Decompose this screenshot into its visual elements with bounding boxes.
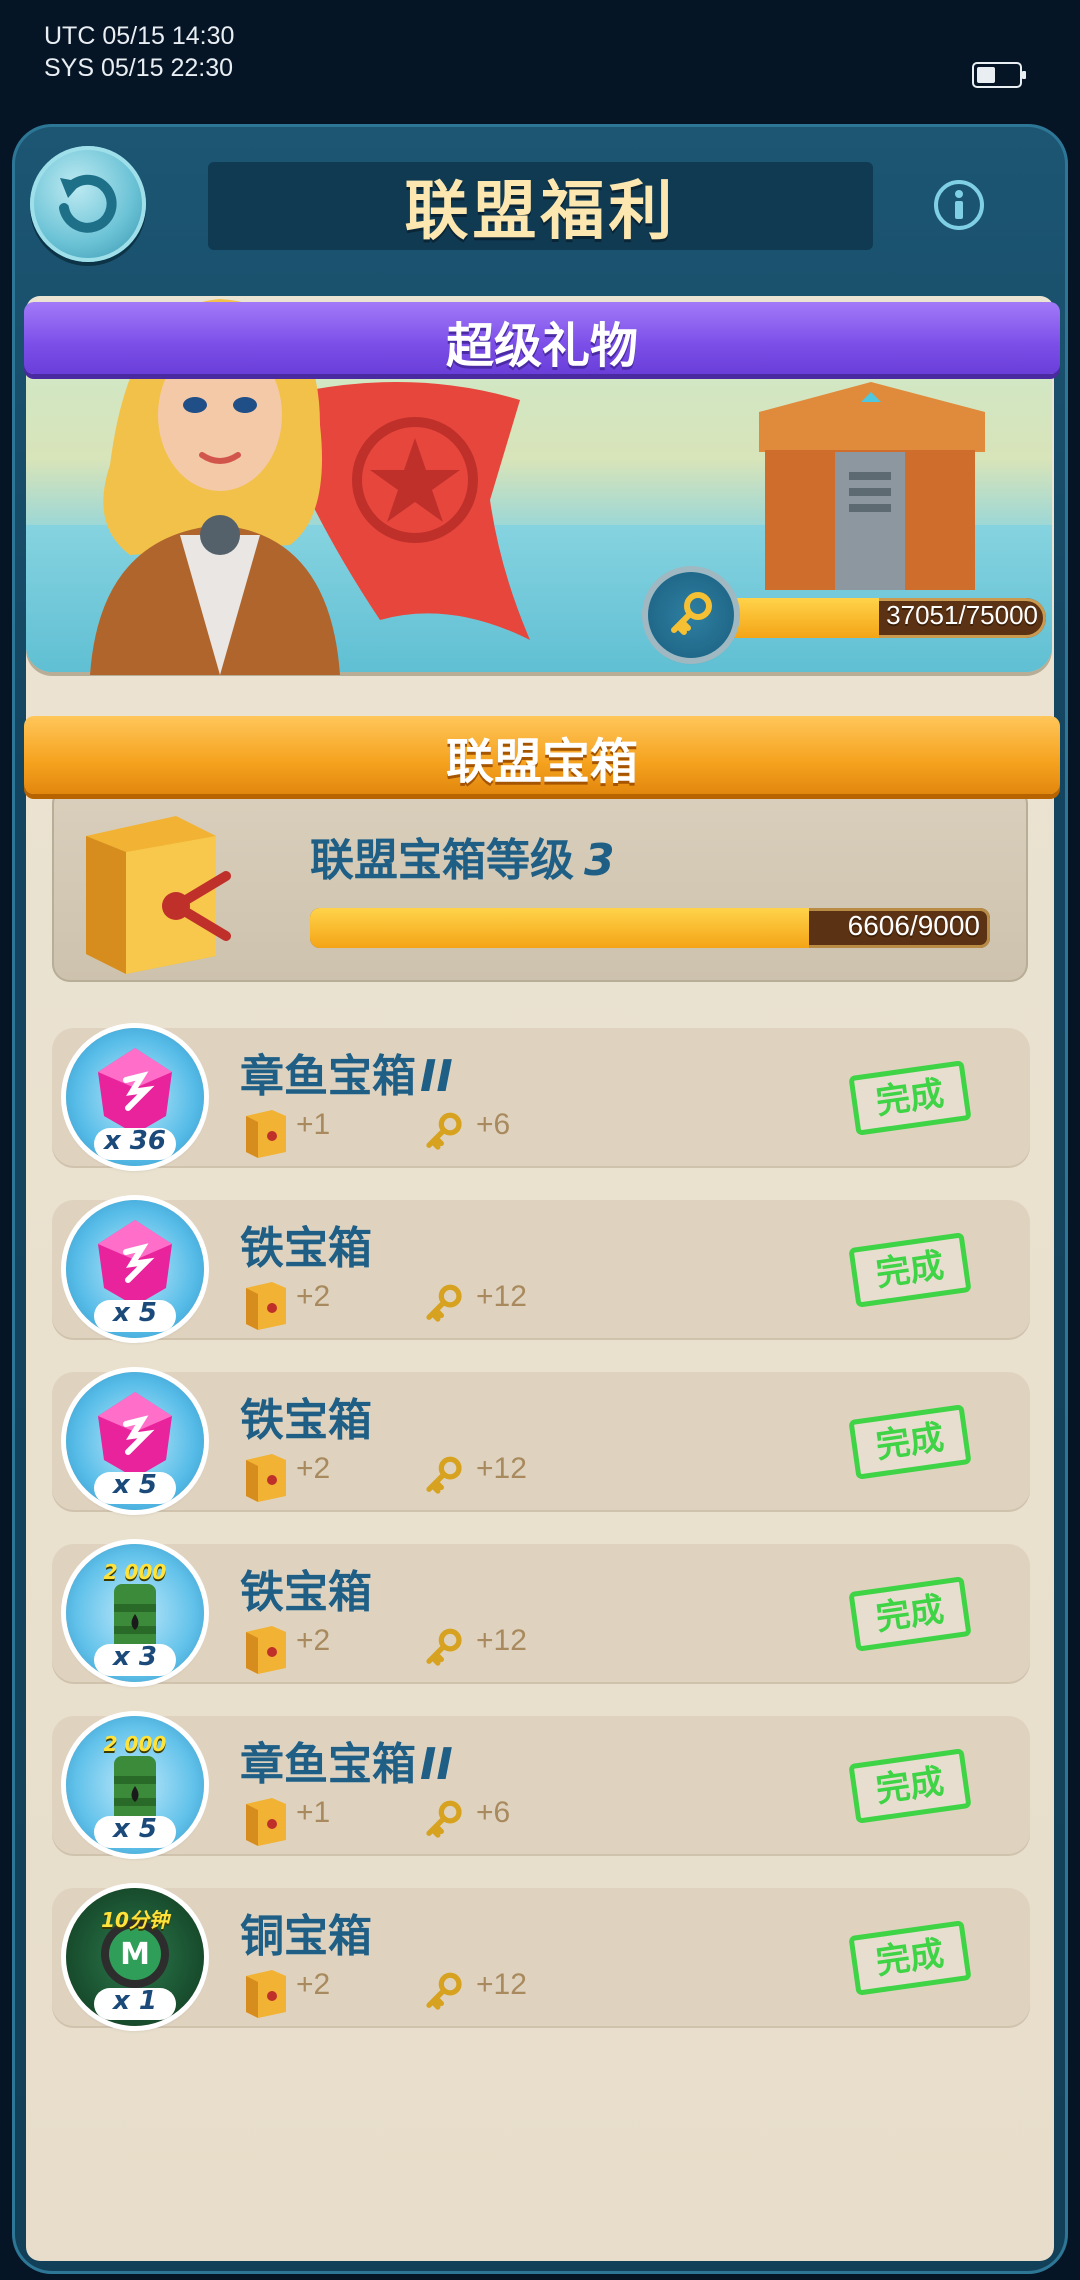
chest-mini-icon [246, 1110, 286, 1158]
super-gift-progress-text: 37051/75000 [886, 600, 1038, 630]
key-bonus: +12 [476, 1452, 527, 1485]
key-mini-icon [426, 1284, 462, 1322]
alliance-chest-level: 联盟宝箱等级 3 [310, 824, 615, 888]
task-name-text: 章鱼宝箱 [240, 1739, 416, 1790]
reward-badge[interactable]: 2 000 x 3 [66, 1544, 204, 1682]
task-name: 铁宝箱 [240, 1556, 376, 1620]
complete-stamp: 完成 [848, 1404, 972, 1480]
task-row[interactable]: x 5 铁宝箱 +2 +12 完成 [52, 1372, 1030, 1512]
back-button[interactable] [30, 146, 146, 262]
level-label: 联盟宝箱等级 [310, 835, 574, 886]
task-name-text: 铜宝箱 [240, 1911, 372, 1962]
task-name-text: 铁宝箱 [240, 1395, 372, 1446]
complete-stamp: 完成 [848, 1232, 972, 1308]
chest-mini-icon [246, 1626, 286, 1674]
status-bar: UTC 05/15 14:30 SYS 05/15 22:30 [0, 0, 1080, 120]
info-icon [934, 180, 984, 230]
key-mini-icon [422, 1626, 466, 1674]
key-icon [671, 592, 712, 635]
alliance-chest-progress-text: 6606/9000 [847, 910, 980, 941]
key-badge [648, 572, 734, 658]
reward-count: x 5 [113, 1470, 157, 1500]
complete-stamp: 完成 [848, 1920, 972, 1996]
chest-mini-icon [242, 1108, 290, 1162]
super-gift-title: 超级礼物 [445, 318, 638, 374]
key-mini-icon [426, 1628, 462, 1666]
complete-stamp: 完成 [848, 1576, 972, 1652]
key-mini-icon [422, 1798, 466, 1846]
task-row[interactable]: x 5 铁宝箱 +2 +12 完成 [52, 1200, 1030, 1340]
chest-mini-icon [246, 1282, 286, 1330]
chest-bonus: +1 [296, 1108, 331, 1141]
task-name-text: 铁宝箱 [240, 1223, 372, 1274]
key-mini-icon [426, 1972, 462, 2010]
reward-badge[interactable]: x 36 [66, 1028, 204, 1166]
key-mini-icon [422, 1282, 466, 1330]
task-row[interactable]: 2 000 x 3 铁宝箱 +2 +12 完成 [52, 1544, 1030, 1684]
utc-time: UTC 05/15 14:30 [44, 22, 235, 50]
reward-count: x 36 [103, 1126, 166, 1156]
battery-icon [972, 62, 1026, 88]
chest-mini-icon [242, 1968, 290, 2022]
task-name-suffix: II [420, 1739, 453, 1790]
chest-bonus: +2 [296, 1452, 331, 1485]
key-mini-icon [426, 1456, 462, 1494]
reward-amount: 2 000 [103, 1560, 167, 1584]
task-row[interactable]: M 10分钟 x 1 铜宝箱 +2 +12 完成 [52, 1888, 1030, 2028]
sys-time: SYS 05/15 22:30 [44, 54, 234, 82]
chest-mini-icon [246, 1970, 286, 2018]
chest-mini-icon [242, 1280, 290, 1334]
chest-bonus: +2 [296, 1968, 331, 2001]
key-mini-icon [426, 1800, 462, 1838]
level-value: 3 [584, 835, 615, 886]
key-bonus: +6 [476, 1796, 511, 1829]
key-mini-icon [426, 1112, 462, 1150]
task-name-text: 铁宝箱 [240, 1567, 372, 1618]
chest-mini-icon [242, 1796, 290, 1850]
chest-bonus: +1 [296, 1796, 331, 1829]
task-name-text: 章鱼宝箱 [240, 1051, 416, 1102]
info-button[interactable] [932, 178, 986, 232]
task-name-suffix: II [420, 1051, 453, 1102]
key-mini-icon [422, 1454, 466, 1502]
svg-text:M: M [120, 1937, 150, 1972]
chest-mini-icon [246, 1454, 286, 1502]
reward-badge[interactable]: M 10分钟 x 1 [66, 1888, 204, 2026]
key-bonus: +12 [476, 1624, 527, 1657]
reward-amount: 2 000 [103, 1732, 167, 1756]
reward-count: x 3 [113, 1642, 157, 1672]
task-name: 铁宝箱 [240, 1384, 376, 1448]
chest-bonus: +2 [296, 1624, 331, 1657]
task-row[interactable]: x 36 章鱼宝箱II +1 +6 完成 [52, 1028, 1030, 1168]
chest-bonus: +2 [296, 1280, 331, 1313]
safe-chest-icon [86, 816, 231, 974]
task-name: 铁宝箱 [240, 1212, 376, 1276]
back-arrow-icon [59, 174, 117, 233]
reward-badge[interactable]: 2 000 x 5 [66, 1716, 204, 1854]
task-name: 铜宝箱 [240, 1900, 376, 1964]
key-bonus: +12 [476, 1968, 527, 2001]
reward-count: x 1 [113, 1986, 157, 2016]
task-name: 章鱼宝箱II [240, 1728, 453, 1792]
reward-count: x 5 [113, 1814, 157, 1844]
key-mini-icon [422, 1970, 466, 2018]
key-bonus: +12 [476, 1280, 527, 1313]
chest-mini-icon [242, 1624, 290, 1678]
page-title: 联盟福利 [404, 175, 677, 249]
chest-mini-icon [246, 1798, 286, 1846]
complete-stamp: 完成 [848, 1060, 972, 1136]
chest-mini-icon [242, 1452, 290, 1506]
alliance-chest-title: 联盟宝箱 [445, 734, 638, 790]
task-row[interactable]: 2 000 x 5 章鱼宝箱II +1 +6 完成 [52, 1716, 1030, 1856]
reward-badge[interactable]: x 5 [66, 1372, 204, 1510]
key-bonus: +6 [476, 1108, 511, 1141]
reward-count: x 5 [113, 1298, 157, 1328]
super-gift-chest-illustration [759, 382, 985, 590]
complete-stamp: 完成 [848, 1748, 972, 1824]
task-name: 章鱼宝箱II [240, 1040, 453, 1104]
task-list: x 36 章鱼宝箱II +1 +6 完成 x 5 铁宝箱 +2 +12 完成 x 5 铁宝箱 +2 +12… [52, 1028, 1030, 2060]
reward-badge[interactable]: x 5 [66, 1200, 204, 1338]
key-mini-icon [422, 1110, 466, 1158]
reward-amount: 10分钟 [101, 1908, 169, 1932]
